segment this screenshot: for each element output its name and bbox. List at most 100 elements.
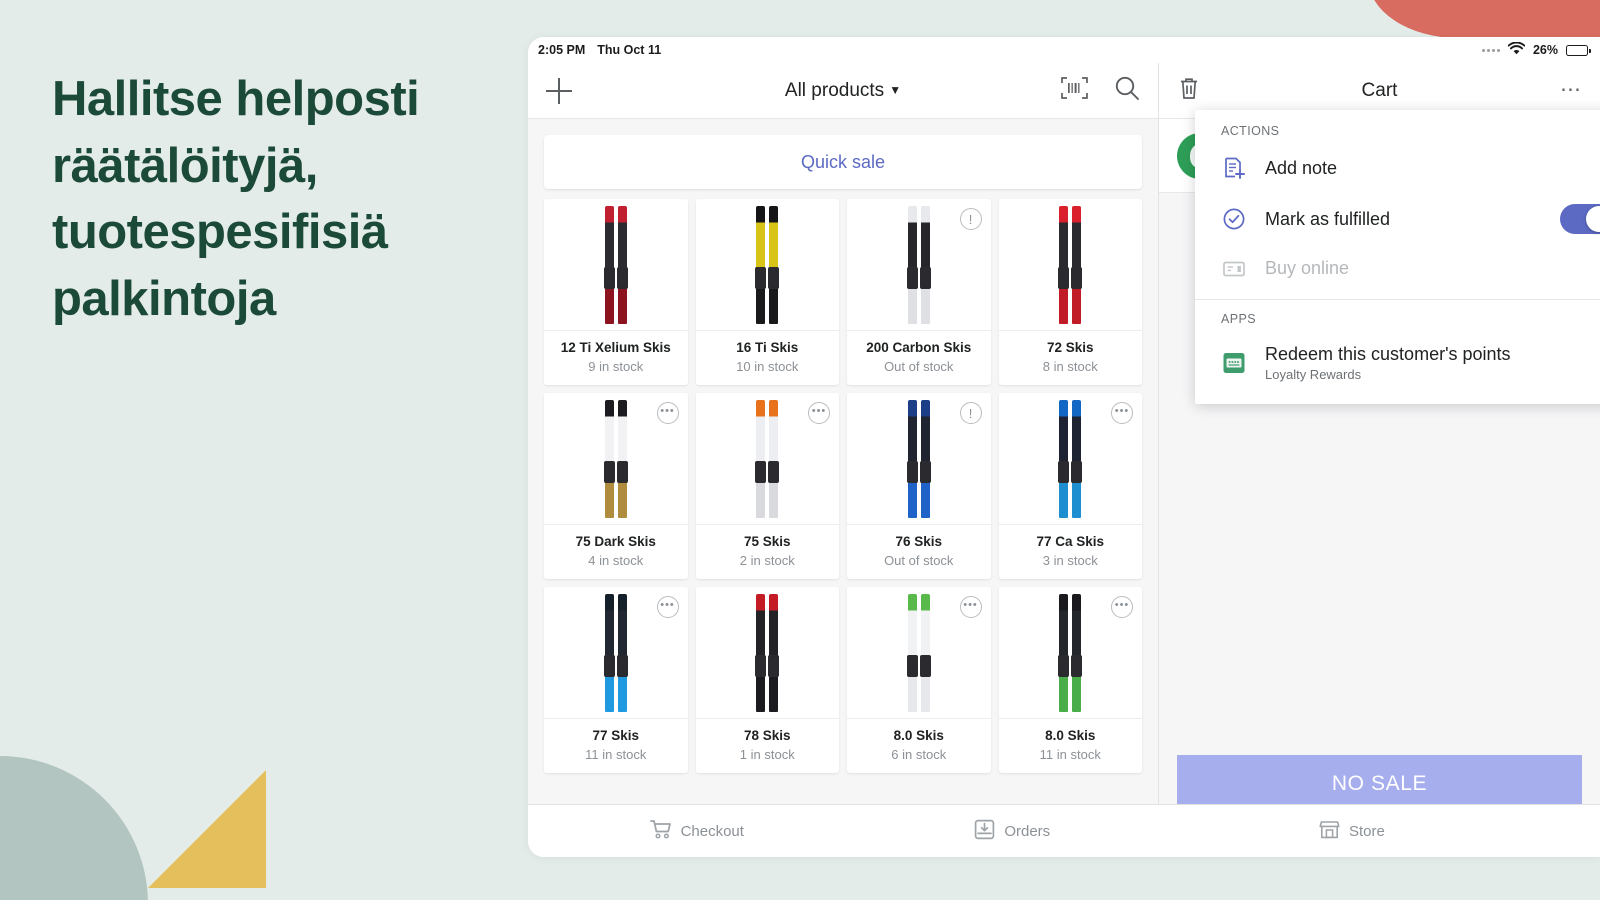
mark-as-fulfilled-toggle[interactable]	[1560, 204, 1600, 234]
product-stock: 6 in stock	[891, 747, 947, 762]
tab-label: Store	[1349, 822, 1385, 840]
check-circle-icon	[1221, 207, 1247, 231]
cart-panel: Cart ⋯ NO SALE ACTIONS Add note Mark as …	[1159, 63, 1600, 857]
product-tile[interactable]: ••• 8.0 Skis 6 in stock	[847, 587, 991, 773]
product-grid: 12 Ti Xelium Skis 9 in stock 16 Ti Skis 10 …	[528, 199, 1158, 819]
product-image: •••	[998, 393, 1142, 524]
chevron-down-icon: ▼	[889, 82, 902, 97]
product-more-icon[interactable]: •••	[656, 596, 679, 618]
gold-triangle-shape	[148, 770, 266, 888]
note-add-icon	[1221, 156, 1247, 180]
cart-title: Cart	[1361, 79, 1398, 101]
product-name: 16 Ti Skis	[736, 340, 799, 355]
product-image: !	[847, 393, 991, 524]
products-panel: All products ▼ Quick sale 12 Ti Xelium S…	[528, 63, 1159, 857]
menu-item-add-note[interactable]: Add note	[1195, 144, 1600, 192]
product-image	[998, 199, 1142, 330]
products-header: All products ▼	[528, 63, 1158, 119]
tab-label: Orders	[1004, 822, 1051, 840]
sage-circle-shape	[0, 756, 148, 900]
product-meta: 72 Skis 8 in stock	[998, 330, 1142, 385]
product-more-icon[interactable]: •••	[1111, 596, 1133, 618]
cart-icon	[649, 819, 672, 843]
product-stock: 2 in stock	[739, 553, 795, 568]
product-image: •••	[847, 587, 991, 718]
product-meta: 8.0 Skis 6 in stock	[847, 718, 991, 773]
product-stock: 10 in stock	[736, 359, 799, 374]
product-tile[interactable]: ! 200 Carbon Skis Out of stock	[847, 199, 991, 385]
product-name: 200 Carbon Skis	[866, 340, 972, 355]
search-icon[interactable]	[1114, 75, 1140, 106]
product-stock: Out of stock	[884, 553, 954, 568]
product-meta: 8.0 Skis 11 in stock	[998, 718, 1142, 773]
tab-label: Checkout	[680, 822, 744, 840]
product-tile[interactable]: 16 Ti Skis 10 in stock	[695, 199, 839, 385]
orders-icon	[974, 819, 995, 844]
product-tile[interactable]: ••• 77 Skis 11 in stock	[544, 587, 688, 773]
product-stock: Out of stock	[884, 359, 954, 374]
product-image: •••	[998, 587, 1142, 718]
product-image	[695, 587, 839, 718]
bottom-tab-bar: Checkout Orders Store	[528, 804, 1600, 857]
trash-icon[interactable]	[1177, 76, 1201, 106]
product-image: •••	[695, 393, 839, 524]
more-horizontal-icon[interactable]: ⋯	[1560, 79, 1582, 101]
menu-item-label: Add note	[1265, 157, 1338, 178]
product-name: 72 Skis	[1046, 340, 1094, 355]
product-name: 75 Dark Skis	[575, 534, 656, 549]
product-meta: 77 Ca Skis 3 in stock	[998, 524, 1142, 579]
menu-item-label: Mark as fulfilled	[1265, 208, 1391, 229]
product-name: 76 Skis	[895, 534, 943, 549]
product-tile[interactable]: ••• 8.0 Skis 11 in stock	[998, 587, 1142, 773]
product-meta: 77 Skis 11 in stock	[544, 718, 688, 773]
product-name: 12 Ti Xelium Skis	[560, 340, 671, 355]
product-name: 77 Ca Skis	[1036, 534, 1105, 549]
product-tile[interactable]: 72 Skis 8 in stock	[998, 199, 1142, 385]
product-meta: 12 Ti Xelium Skis 9 in stock	[544, 330, 688, 385]
product-name: 8.0 Skis	[893, 728, 944, 743]
product-image	[544, 199, 688, 330]
product-meta: 200 Carbon Skis Out of stock	[847, 330, 991, 385]
product-meta: 75 Dark Skis 4 in stock	[544, 524, 688, 579]
product-tile[interactable]: ••• 77 Ca Skis 3 in stock	[998, 393, 1142, 579]
quick-sale-button[interactable]: Quick sale	[544, 135, 1142, 189]
tab-store[interactable]: Store	[1159, 819, 1385, 844]
product-tile[interactable]: ••• 75 Dark Skis 4 in stock	[544, 393, 688, 579]
product-more-icon[interactable]: •••	[656, 402, 679, 424]
menu-divider	[1195, 299, 1600, 300]
status-time: 2:05 PM	[538, 43, 586, 57]
product-more-icon[interactable]: •••	[808, 402, 830, 424]
product-tile[interactable]: 78 Skis 1 in stock	[695, 587, 839, 773]
signal-dots-icon	[1481, 48, 1500, 52]
product-meta: 78 Skis 1 in stock	[695, 718, 839, 773]
product-name: 77 Skis	[592, 728, 640, 743]
tab-orders[interactable]: Orders	[866, 819, 1159, 844]
menu-item-mark-as-fulfilled[interactable]: Mark as fulfilled	[1195, 192, 1600, 246]
menu-item-loyalty-rewards[interactable]: Redeem this customer's points Loyalty Re…	[1195, 332, 1600, 394]
plus-icon[interactable]	[546, 77, 572, 104]
product-name: 8.0 Skis	[1045, 728, 1096, 743]
product-more-icon[interactable]: •••	[959, 596, 982, 618]
wifi-icon	[1507, 41, 1526, 58]
loyalty-app-icon	[1221, 350, 1247, 376]
product-tile[interactable]: ••• 75 Skis 2 in stock	[695, 393, 839, 579]
product-meta: 16 Ti Skis 10 in stock	[695, 330, 839, 385]
barcode-scan-icon[interactable]	[1061, 76, 1088, 105]
buy-online-icon	[1221, 259, 1247, 279]
menu-actions-label: ACTIONS	[1221, 124, 1280, 138]
products-filter-label: All products	[784, 79, 885, 101]
cart-actions-menu: ACTIONS Add note Mark as fulfilled Buy o…	[1195, 110, 1600, 404]
product-tile[interactable]: 12 Ti Xelium Skis 9 in stock	[544, 199, 688, 385]
battery-icon	[1566, 44, 1591, 56]
product-more-icon[interactable]: •••	[1111, 402, 1133, 424]
product-stock: 8 in stock	[1042, 359, 1098, 374]
product-image: •••	[544, 587, 688, 718]
menu-item-label: Buy online	[1265, 258, 1350, 278]
product-meta: 75 Skis 2 in stock	[695, 524, 839, 579]
product-meta: 76 Skis Out of stock	[847, 524, 991, 579]
product-image: •••	[544, 393, 688, 524]
product-tile[interactable]: ! 76 Skis Out of stock	[847, 393, 991, 579]
tab-checkout[interactable]: Checkout	[528, 819, 866, 844]
product-stock: 11 in stock	[1039, 747, 1101, 762]
product-stock: 9 in stock	[588, 359, 644, 374]
